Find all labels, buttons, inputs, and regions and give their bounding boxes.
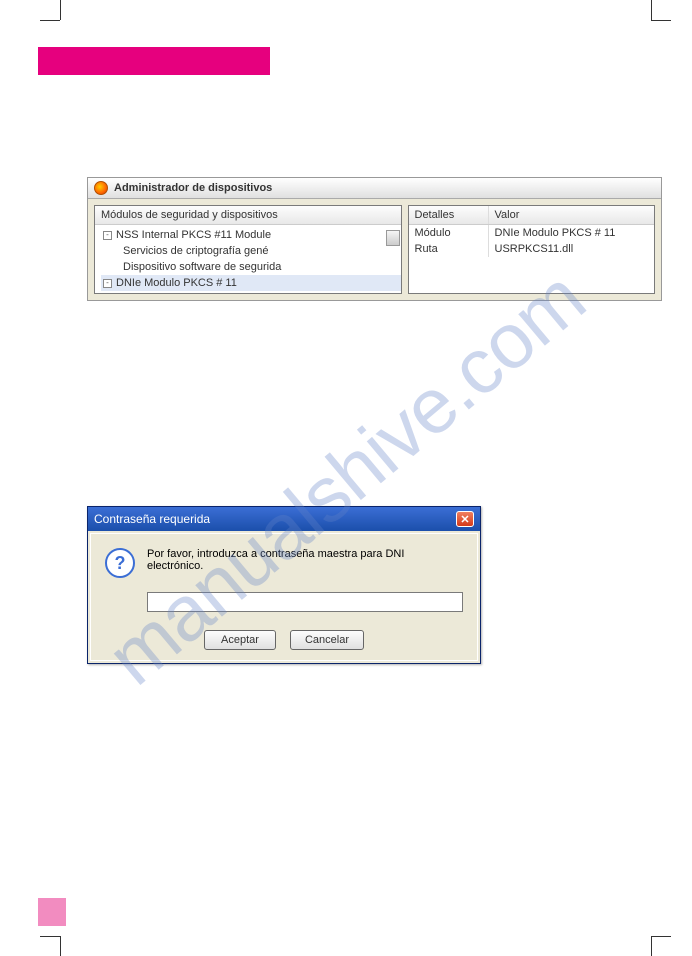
- tree-item-label: NSS Internal PKCS #11 Module: [116, 229, 271, 241]
- detail-value: USRPKCS11.dll: [489, 241, 655, 257]
- button-row: Aceptar Cancelar: [105, 630, 463, 650]
- password-dialog: Contraseña requerida ✕ ? Por favor, intr…: [87, 506, 481, 664]
- dialog-body: ? Por favor, introduzca a contraseña mae…: [90, 533, 478, 661]
- tree-item[interactable]: Dispositivo software de segurida: [101, 259, 401, 275]
- details-header-right: Valor: [489, 206, 655, 224]
- crop-mark: [60, 936, 61, 956]
- dialog-titlebar: Contraseña requerida ✕: [88, 507, 480, 531]
- crop-mark: [651, 0, 652, 20]
- details-row: Módulo DNIe Modulo PKCS # 11: [409, 225, 655, 241]
- close-button[interactable]: ✕: [456, 511, 474, 527]
- scrollbar-thumb[interactable]: [386, 230, 400, 246]
- detail-key: Ruta: [409, 241, 489, 257]
- tree-item-label: DNIe Modulo PKCS # 11: [116, 277, 237, 289]
- dialog-title: Contraseña requerida: [94, 512, 210, 526]
- device-manager-window: Administrador de dispositivos Módulos de…: [87, 177, 662, 301]
- detail-key: Módulo: [409, 225, 489, 241]
- firefox-icon: [94, 181, 108, 195]
- tree-item-label: Servicios de criptografía gené: [123, 245, 269, 257]
- window-body: Módulos de seguridad y dispositivos - NS…: [88, 199, 661, 300]
- details-row: Ruta USRPKCS11.dll: [409, 241, 655, 257]
- message-row: ? Por favor, introduzca a contraseña mae…: [105, 548, 463, 578]
- crop-mark: [651, 936, 652, 956]
- header-bar: [38, 47, 270, 75]
- question-icon: ?: [105, 548, 135, 578]
- tree-item-label: Dispositivo software de segurida: [123, 261, 281, 273]
- tree-item[interactable]: - NSS Internal PKCS #11 Module: [101, 227, 401, 243]
- detail-value: DNIe Modulo PKCS # 11: [489, 225, 655, 241]
- page-corner-box: [38, 898, 66, 926]
- window-titlebar: Administrador de dispositivos: [88, 178, 661, 199]
- tree-item[interactable]: Servicios de criptografía gené: [101, 243, 401, 259]
- tree-header: Módulos de seguridad y dispositivos: [95, 206, 401, 225]
- crop-mark: [60, 0, 61, 20]
- tree-item-selected[interactable]: - DNIe Modulo PKCS # 11: [101, 275, 401, 291]
- modules-tree-panel: Módulos de seguridad y dispositivos - NS…: [94, 205, 402, 294]
- collapse-icon[interactable]: -: [103, 279, 112, 288]
- close-icon: ✕: [460, 513, 469, 526]
- details-header-left: Detalles: [409, 206, 489, 224]
- window-title: Administrador de dispositivos: [114, 182, 272, 194]
- cancel-button[interactable]: Cancelar: [290, 630, 364, 650]
- collapse-icon[interactable]: -: [103, 231, 112, 240]
- details-panel: Detalles Valor Módulo DNIe Modulo PKCS #…: [408, 205, 656, 294]
- details-header: Detalles Valor: [409, 206, 655, 225]
- tree-list: - NSS Internal PKCS #11 Module Servicios…: [95, 225, 401, 293]
- dialog-message: Por favor, introduzca a contraseña maest…: [147, 548, 463, 572]
- accept-button[interactable]: Aceptar: [204, 630, 276, 650]
- password-input[interactable]: [147, 592, 463, 612]
